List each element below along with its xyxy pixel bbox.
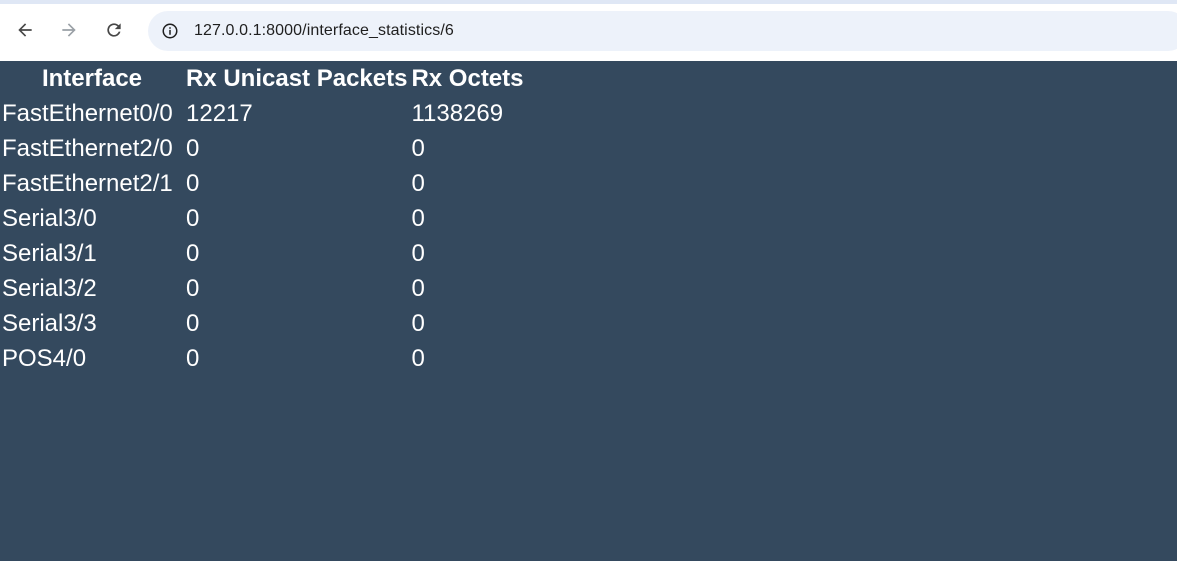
reload-icon — [107, 23, 121, 37]
site-info-icon[interactable] — [157, 18, 183, 44]
interface-cell: FastEthernet0/0 — [2, 99, 173, 127]
reload-button[interactable] — [98, 14, 130, 46]
info-icon — [162, 23, 178, 39]
rx-unicast-packets-cell: 0 — [186, 239, 200, 267]
page-content: Interface Rx Unicast Packets Rx Octets F… — [0, 61, 1177, 561]
browser-toolbar: 127.0.0.1:8000/interface_statistics/6 — [0, 0, 1177, 61]
table-row: Serial3/1 0 0 — [0, 236, 526, 271]
interface-cell: Serial3/0 — [2, 204, 97, 232]
address-bar[interactable]: 127.0.0.1:8000/interface_statistics/6 — [148, 11, 1177, 51]
arrow-right-icon — [62, 23, 76, 37]
table-row: FastEthernet2/1 0 0 — [0, 166, 526, 201]
rx-unicast-packets-cell: 12217 — [186, 99, 253, 127]
column-header-rx-unicast-packets: Rx Unicast Packets — [186, 64, 408, 92]
interface-cell: POS4/0 — [2, 344, 87, 372]
rx-octets-cell: 0 — [411, 309, 425, 337]
table-row: POS4/0 0 0 — [0, 341, 526, 376]
interface-statistics-table: Interface Rx Unicast Packets Rx Octets F… — [0, 61, 526, 376]
interface-cell: FastEthernet2/1 — [2, 169, 173, 197]
rx-unicast-packets-cell: 0 — [186, 274, 200, 302]
rx-unicast-packets-cell: 0 — [186, 169, 200, 197]
back-button[interactable] — [9, 14, 41, 46]
forward-button[interactable] — [53, 14, 85, 46]
rx-octets-cell: 0 — [411, 204, 425, 232]
table-row: Serial3/2 0 0 — [0, 271, 526, 306]
rx-octets-cell: 0 — [411, 169, 425, 197]
rx-unicast-packets-cell: 0 — [186, 344, 200, 372]
rx-octets-cell: 0 — [411, 344, 425, 372]
rx-unicast-packets-cell: 0 — [186, 309, 200, 337]
column-header-interface: Interface — [41, 64, 143, 92]
interface-cell: Serial3/2 — [2, 274, 97, 302]
url-text[interactable]: 127.0.0.1:8000/interface_statistics/6 — [194, 22, 454, 40]
column-header-rx-octets: Rx Octets — [411, 64, 524, 92]
rx-unicast-packets-cell: 0 — [186, 134, 200, 162]
rx-octets-cell: 0 — [411, 239, 425, 267]
rx-octets-cell: 0 — [411, 134, 425, 162]
table-row: Serial3/3 0 0 — [0, 306, 526, 341]
table-row: Serial3/0 0 0 — [0, 201, 526, 236]
arrow-left-icon — [18, 23, 32, 37]
table-row: FastEthernet0/0 12217 1138269 — [0, 96, 526, 131]
interface-cell: FastEthernet2/0 — [2, 134, 173, 162]
interface-cell: Serial3/3 — [2, 309, 97, 337]
rx-unicast-packets-cell: 0 — [186, 204, 200, 232]
rx-octets-cell: 1138269 — [411, 99, 504, 127]
interface-cell: Serial3/1 — [2, 239, 97, 267]
table-header-row: Interface Rx Unicast Packets Rx Octets — [0, 61, 526, 96]
rx-octets-cell: 0 — [411, 274, 425, 302]
table-row: FastEthernet2/0 0 0 — [0, 131, 526, 166]
